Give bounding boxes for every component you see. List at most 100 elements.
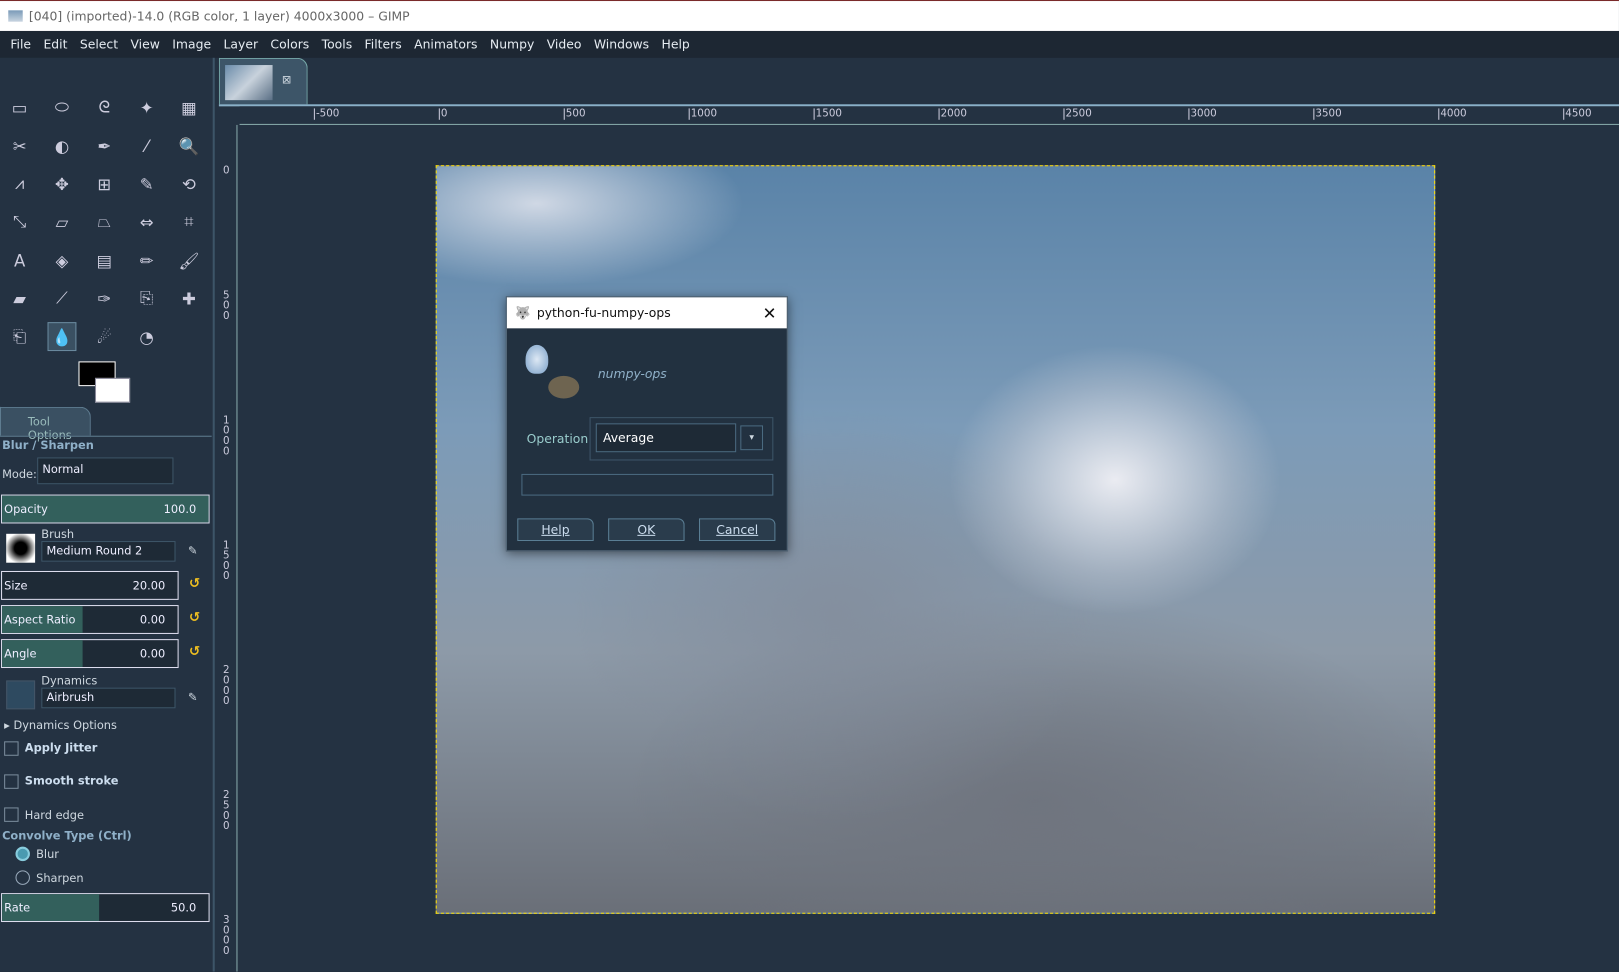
ruler-tick-label: -500	[313, 108, 339, 120]
image-tab[interactable]: ⊠	[218, 57, 308, 106]
lightbulb-icon	[525, 344, 549, 374]
reset-angle-icon[interactable]: ↺	[189, 644, 200, 659]
text-tool-icon[interactable]: A	[5, 246, 34, 275]
horizontal-ruler[interactable]: -500 0 500 1000 1500 2000 2500 3000 3500 4000 4500	[239, 106, 1619, 125]
paths-tool-icon[interactable]: ✒	[90, 131, 119, 160]
perspective-clone-tool-icon[interactable]: ⎗	[5, 322, 34, 351]
ruler-tick-label: 2500	[1063, 108, 1092, 120]
help-button[interactable]: Help	[517, 518, 594, 542]
size-slider[interactable]: Size 20.00	[1, 570, 179, 600]
ruler-tick-label: 1000	[688, 108, 717, 120]
rate-value: 50.0	[170, 901, 197, 915]
dynamics-options-label: Dynamics Options	[13, 718, 117, 733]
color-picker-tool-icon[interactable]: ⁄	[132, 131, 161, 160]
ruler-tick-label: 4500	[1563, 108, 1592, 120]
reset-aspect-icon[interactable]: ↺	[189, 610, 200, 625]
edit-brush-icon[interactable]: ✎	[188, 544, 198, 557]
opacity-slider[interactable]: Opacity 100.0	[1, 494, 210, 524]
toolbox: ▭ ⬭ ᘓ ✦ ▦ ✂ ◐ ✒ ⁄ 🔍 ⩘ ✥ ⊞ ✎ ⟲ ⤡ ▱ ⏢ ⇔ ⌗ A ◈ ▤ ✏ 🖌 ▰ ⟋ ✑ ⎘ ✚ ⎗ 💧 ☄ ◔ Tool …	[0, 57, 215, 972]
edit-dynamics-icon[interactable]: ✎	[188, 691, 198, 704]
menu-layer[interactable]: Layer	[223, 37, 258, 51]
dynamics-value: Airbrush	[46, 690, 95, 705]
operation-select[interactable]: Average	[595, 423, 737, 453]
ruler-tick-label: 2500	[223, 789, 230, 833]
crop-tool-icon[interactable]: ✎	[132, 169, 161, 198]
operation-dropdown-button[interactable]: ▾	[740, 425, 764, 451]
brush-field[interactable]: Medium Round 2	[41, 541, 176, 562]
apply-jitter-checkbox[interactable]	[4, 741, 19, 756]
ellipse-select-tool-icon[interactable]: ⬭	[47, 93, 76, 122]
move-tool-icon[interactable]: ✥	[47, 169, 76, 198]
zoom-tool-icon[interactable]: 🔍	[174, 131, 203, 160]
ruler-tick-label: 1000	[223, 415, 230, 458]
eraser-tool-icon[interactable]: ▰	[5, 284, 34, 313]
tab-tool-options[interactable]: Tool Options	[0, 406, 91, 442]
menu-video[interactable]: Video	[547, 37, 582, 51]
foreground-select-tool-icon[interactable]: ◐	[47, 131, 76, 160]
cancel-button[interactable]: Cancel	[699, 518, 776, 542]
smudge-tool-icon[interactable]: ☄	[90, 322, 119, 351]
menu-animators[interactable]: Animators	[414, 37, 477, 51]
dynamics-icon[interactable]	[6, 680, 36, 710]
measure-tool-icon[interactable]: ⩘	[5, 169, 34, 198]
reset-size-icon[interactable]: ↺	[189, 576, 200, 591]
menu-numpy[interactable]: Numpy	[490, 37, 534, 51]
ink-tool-icon[interactable]: ✑	[90, 284, 119, 313]
menu-help[interactable]: Help	[662, 37, 690, 51]
ruler-tick-label: 1500	[813, 108, 842, 120]
menu-file[interactable]: File	[10, 37, 31, 51]
menu-select[interactable]: Select	[80, 37, 118, 51]
airbrush-tool-icon[interactable]: ⟋	[47, 284, 76, 313]
background-color[interactable]	[94, 377, 131, 403]
menu-windows[interactable]: Windows	[594, 37, 649, 51]
pencil-tool-icon[interactable]: ✏	[132, 246, 161, 275]
cage-tool-icon[interactable]: ⌗	[174, 208, 203, 237]
clone-tool-icon[interactable]: ⎘	[132, 284, 161, 313]
menu-filters[interactable]: Filters	[365, 37, 402, 51]
hard-edge-checkbox[interactable]	[4, 807, 19, 822]
flip-tool-icon[interactable]: ⇔	[132, 208, 161, 237]
dynamics-options-expander[interactable]: ▸ Dynamics Options	[4, 719, 117, 732]
color-select-tool-icon[interactable]: ▦	[174, 93, 203, 122]
scissors-tool-icon[interactable]: ✂	[5, 131, 34, 160]
heal-tool-icon[interactable]: ✚	[174, 284, 203, 313]
window-title: [040] (imported)-14.0 (RGB color, 1 laye…	[28, 8, 410, 24]
ok-button[interactable]: OK	[608, 518, 685, 542]
bucket-fill-tool-icon[interactable]: ◈	[47, 246, 76, 275]
shear-tool-icon[interactable]: ▱	[47, 208, 76, 237]
brush-preview[interactable]	[6, 533, 36, 563]
paintbrush-tool-icon[interactable]: 🖌	[174, 246, 203, 275]
close-tab-icon[interactable]: ⊠	[282, 73, 292, 86]
menu-view[interactable]: View	[130, 37, 159, 51]
free-select-tool-icon[interactable]: ᘓ	[90, 93, 119, 122]
title-bar: [040] (imported)-14.0 (RGB color, 1 laye…	[0, 0, 1619, 31]
vertical-ruler[interactable]: 0 500 1000 1500 2000 2500 3000	[219, 124, 238, 972]
ruler-tick-label: 500	[223, 290, 230, 323]
blur-radio[interactable]	[15, 846, 30, 862]
operation-value: Average	[602, 430, 654, 446]
ruler-tick-label: 3000	[223, 914, 230, 958]
dynamics-field[interactable]: Airbrush	[41, 687, 176, 709]
smooth-stroke-checkbox[interactable]	[4, 774, 19, 789]
menu-edit[interactable]: Edit	[43, 37, 67, 51]
size-value: 20.00	[132, 579, 166, 593]
aspect-ratio-slider[interactable]: Aspect Ratio 0.00	[1, 605, 179, 634]
gradient-tool-icon[interactable]: ▤	[90, 246, 119, 275]
align-tool-icon[interactable]: ⊞	[90, 169, 119, 198]
menu-image[interactable]: Image	[172, 37, 211, 51]
angle-slider[interactable]: Angle 0.00	[1, 639, 179, 669]
menu-colors[interactable]: Colors	[270, 37, 309, 51]
close-icon[interactable]: ✕	[763, 303, 777, 323]
mode-select[interactable]: Normal	[37, 457, 174, 485]
menu-tools[interactable]: Tools	[322, 37, 353, 51]
rate-slider[interactable]: Rate 50.0	[1, 893, 210, 923]
scale-tool-icon[interactable]: ⤡	[5, 208, 34, 237]
fuzzy-select-tool-icon[interactable]: ✦	[132, 93, 161, 122]
sharpen-radio[interactable]	[15, 870, 30, 885]
rect-select-tool-icon[interactable]: ▭	[5, 93, 34, 122]
blur-tool-icon[interactable]: 💧	[47, 322, 77, 352]
rotate-tool-icon[interactable]: ⟲	[174, 169, 203, 198]
dodge-burn-tool-icon[interactable]: ◔	[132, 322, 161, 351]
sharpen-label: Sharpen	[36, 871, 84, 885]
perspective-tool-icon[interactable]: ⏢	[90, 208, 119, 237]
